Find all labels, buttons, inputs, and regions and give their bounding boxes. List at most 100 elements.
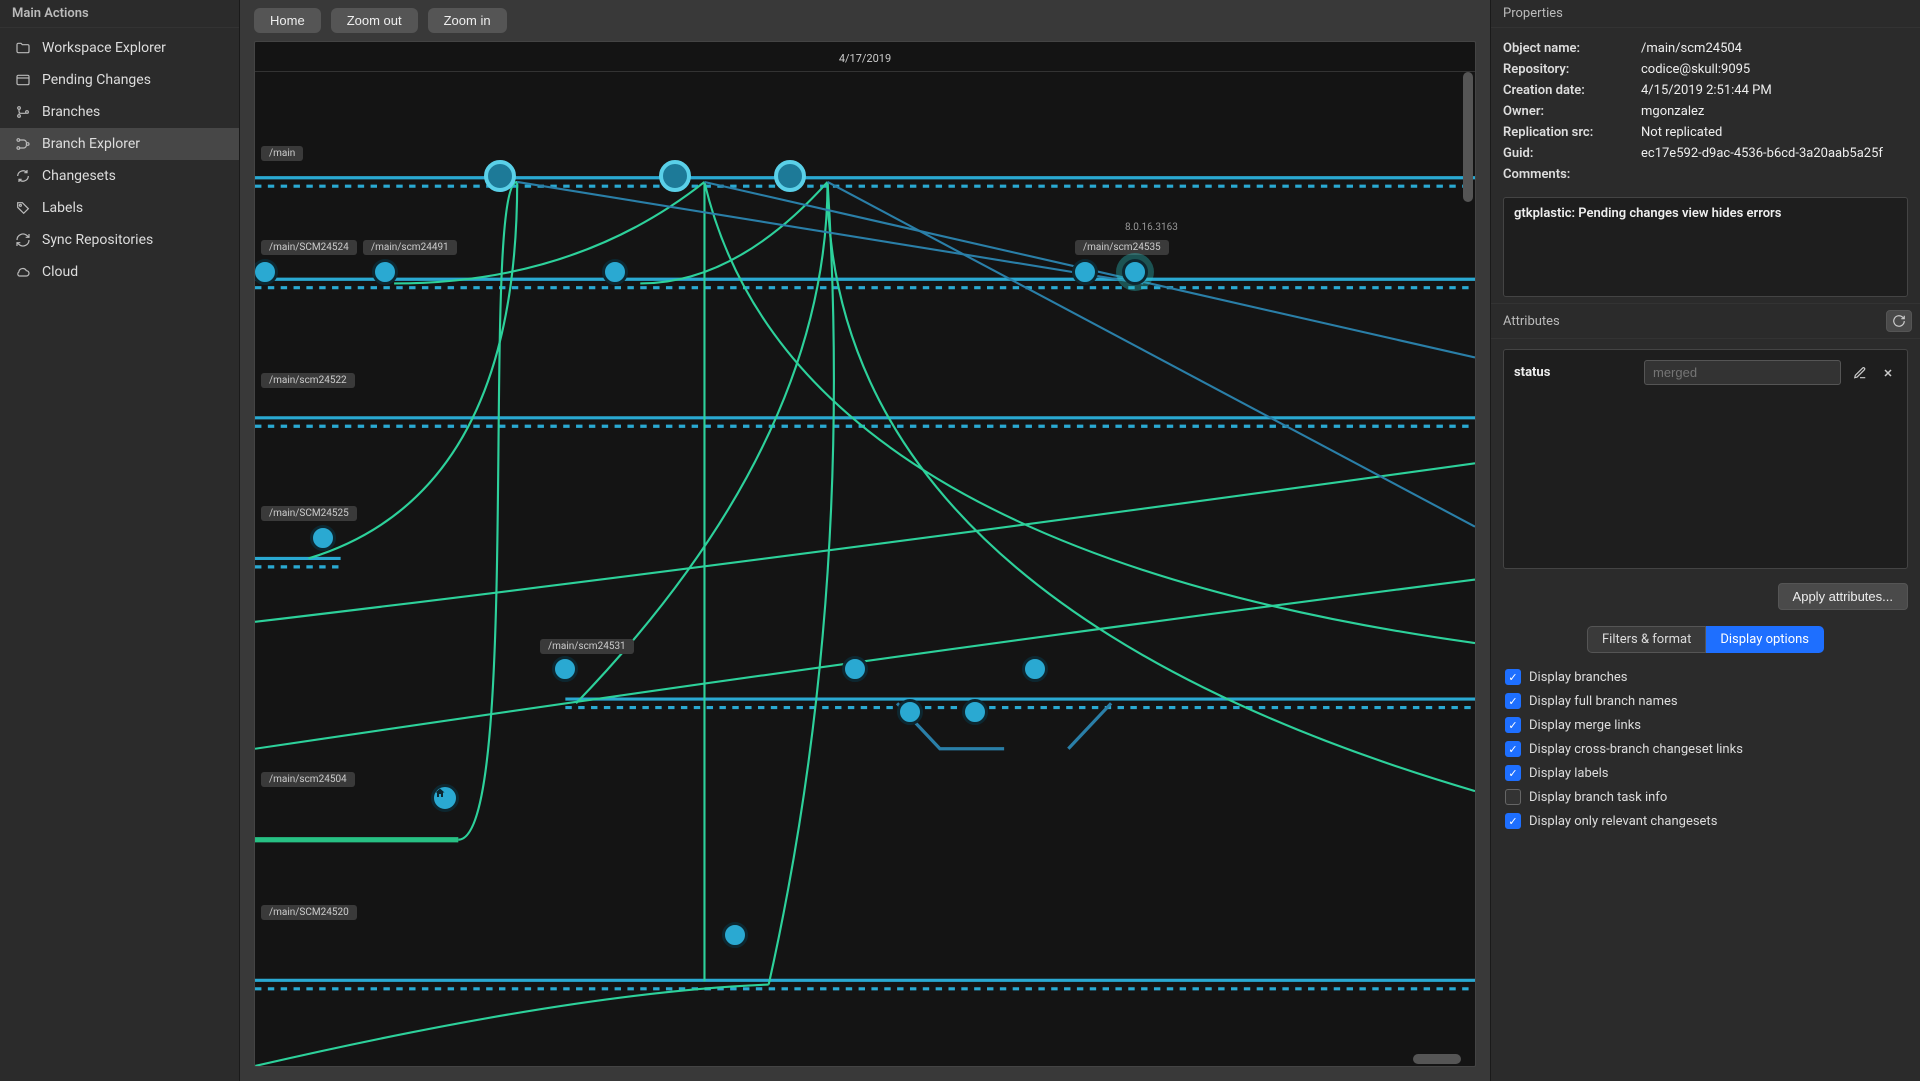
- zoom-out-button[interactable]: Zoom out: [331, 8, 418, 33]
- sync-icon: [14, 231, 32, 249]
- property-row: Creation date:4/15/2019 2:51:44 PM: [1503, 80, 1908, 101]
- branch-label[interactable]: /main/SCM24520: [261, 905, 357, 920]
- sidebar-item-labels[interactable]: Labels: [0, 192, 239, 224]
- sidebar-item-label: Branch Explorer: [42, 136, 140, 152]
- property-row: Owner:mgonzalez: [1503, 101, 1908, 122]
- changeset-node[interactable]: [484, 160, 516, 192]
- property-value: Not replicated: [1641, 125, 1908, 140]
- branch-label[interactable]: /main/scm24531: [540, 639, 634, 654]
- property-label: Repository:: [1503, 62, 1633, 77]
- display-option-row: Display labels: [1505, 761, 1906, 785]
- apply-attributes-button[interactable]: Apply attributes...: [1778, 583, 1908, 610]
- remove-attribute-icon[interactable]: [1879, 364, 1897, 382]
- checkbox[interactable]: [1505, 693, 1521, 709]
- changeset-node[interactable]: [1072, 259, 1098, 285]
- sidebar-item-label: Pending Changes: [42, 72, 151, 88]
- display-option-label: Display branch task info: [1529, 790, 1667, 805]
- branch-label[interactable]: /main/scm24491: [363, 240, 457, 255]
- property-row: Object name: /main/scm24504: [1503, 38, 1908, 59]
- vertical-scrollbar[interactable]: [1463, 72, 1473, 1052]
- sidebar-item-branches[interactable]: Branches: [0, 96, 239, 128]
- pending-icon: [14, 71, 32, 89]
- checkbox[interactable]: [1505, 765, 1521, 781]
- checkbox[interactable]: [1505, 813, 1521, 829]
- branch-explorer-icon: [14, 135, 32, 153]
- branch-label[interactable]: /main: [261, 146, 303, 161]
- branches-icon: [14, 103, 32, 121]
- changeset-node[interactable]: [774, 160, 806, 192]
- branch-label[interactable]: /main/scm24504: [261, 772, 355, 787]
- sidebar-item-label: Branches: [42, 104, 100, 120]
- home-button[interactable]: Home: [254, 8, 321, 33]
- refresh-attributes-button[interactable]: [1886, 310, 1912, 332]
- sidebar-item-sync-repositories[interactable]: Sync Repositories: [0, 224, 239, 256]
- display-option-label: Display labels: [1529, 766, 1609, 781]
- property-row: Repository: codice@skull:9095: [1503, 59, 1908, 80]
- changeset-node[interactable]: [722, 922, 748, 948]
- property-label: Comments:: [1503, 167, 1633, 182]
- property-row: Replication src: Not replicated: [1503, 122, 1908, 143]
- sidebar-item-label: Labels: [42, 200, 83, 216]
- checkbox[interactable]: [1505, 669, 1521, 685]
- property-value: ec17e592-d9ac-4536-b6cd-3a20aab5a25f: [1641, 146, 1908, 161]
- sidebar-item-label: Workspace Explorer: [42, 40, 166, 56]
- display-option-label: Display branches: [1529, 670, 1627, 685]
- display-option-row: Display merge links: [1505, 713, 1906, 737]
- edit-attribute-icon[interactable]: [1851, 364, 1869, 382]
- changeset-node[interactable]: [842, 656, 868, 682]
- changeset-node[interactable]: [897, 699, 923, 725]
- zoom-in-button[interactable]: Zoom in: [428, 8, 507, 33]
- property-label: Guid:: [1503, 146, 1633, 161]
- changeset-node[interactable]: [659, 160, 691, 192]
- display-option-row: Display only relevant changesets: [1505, 809, 1906, 833]
- attribute-name: status: [1514, 365, 1634, 380]
- changeset-node[interactable]: [552, 656, 578, 682]
- sidebar-item-branch-explorer[interactable]: Branch Explorer: [0, 128, 239, 160]
- property-label: Object name:: [1503, 41, 1633, 56]
- display-option-row: Display full branch names: [1505, 689, 1906, 713]
- branch-explorer-canvas[interactable]: 4/17/2019: [254, 41, 1476, 1067]
- property-value: codice@skull:9095: [1641, 62, 1908, 77]
- tab-display-options[interactable]: Display options: [1706, 626, 1824, 653]
- display-option-label: Display full branch names: [1529, 694, 1678, 709]
- sidebar-item-label: Sync Repositories: [42, 232, 153, 248]
- tab-filters-format[interactable]: Filters & format: [1587, 626, 1706, 653]
- attributes-body: status: [1503, 349, 1908, 569]
- sidebar-header: Main Actions: [0, 0, 239, 28]
- checkbox[interactable]: [1505, 717, 1521, 733]
- main-area: Home Zoom out Zoom in 4/17/2019: [240, 0, 1490, 1081]
- horizontal-scrollbar[interactable]: [269, 1054, 1461, 1064]
- branch-label[interactable]: /main/scm24535: [1075, 240, 1169, 255]
- toolbar: Home Zoom out Zoom in: [240, 0, 1490, 41]
- sidebar-item-cloud[interactable]: Cloud: [0, 256, 239, 288]
- display-option-label: Display merge links: [1529, 718, 1641, 733]
- sidebar: Main Actions Workspace Explorer Pending C…: [0, 0, 240, 1081]
- attribute-value-input[interactable]: [1644, 360, 1841, 385]
- branch-label[interactable]: /main/scm24522: [261, 373, 355, 388]
- changeset-node-selected[interactable]: [1122, 259, 1148, 285]
- display-option-row: Display branches: [1505, 665, 1906, 689]
- sidebar-item-workspace-explorer[interactable]: Workspace Explorer: [0, 32, 239, 64]
- version-label: 8.0.16.3163: [1125, 222, 1178, 233]
- property-label: Replication src:: [1503, 125, 1633, 140]
- comments-box[interactable]: gtkplastic: Pending changes view hides e…: [1503, 197, 1908, 297]
- changeset-node[interactable]: [310, 525, 336, 551]
- checkbox[interactable]: [1505, 741, 1521, 757]
- branch-label[interactable]: /main/SCM24524: [261, 240, 357, 255]
- changeset-node[interactable]: [962, 699, 988, 725]
- sidebar-item-pending-changes[interactable]: Pending Changes: [0, 64, 239, 96]
- changeset-node[interactable]: [372, 259, 398, 285]
- home-changeset-node[interactable]: [431, 784, 459, 812]
- checkbox[interactable]: [1505, 789, 1521, 805]
- changeset-node[interactable]: [602, 259, 628, 285]
- folder-icon: [14, 39, 32, 57]
- branch-label[interactable]: /main/SCM24525: [261, 506, 357, 521]
- display-option-label: Display only relevant changesets: [1529, 814, 1717, 829]
- options-tabs: Filters & format Display options: [1503, 626, 1908, 653]
- property-value: [1641, 167, 1908, 182]
- attribute-row: status: [1514, 360, 1897, 385]
- changeset-node[interactable]: [1022, 656, 1048, 682]
- sidebar-item-label: Changesets: [42, 168, 116, 184]
- property-value: /main/scm24504: [1641, 41, 1908, 56]
- sidebar-item-changesets[interactable]: Changesets: [0, 160, 239, 192]
